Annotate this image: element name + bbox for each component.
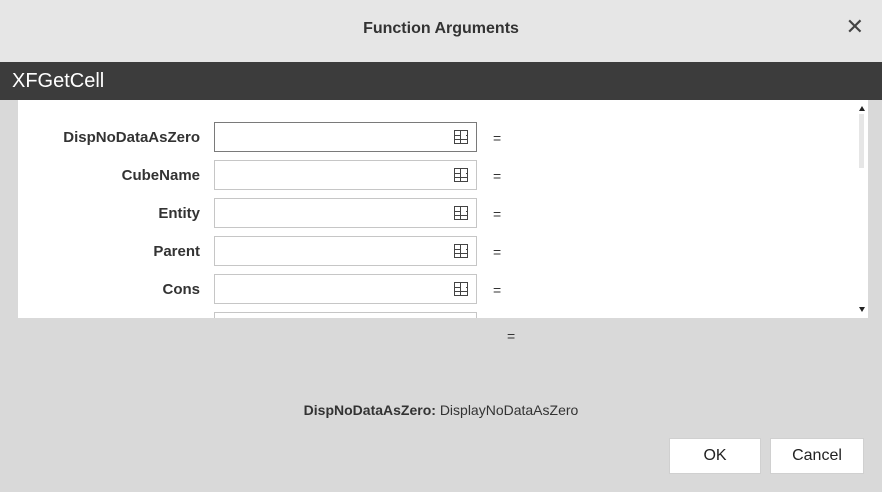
argument-row: Cons = [18,274,538,306]
argument-equals: = [493,130,502,146]
description-text: DisplayNoDataAsZero [439,402,579,418]
argument-input-cubename[interactable] [214,160,477,190]
argument-row: Entity = [18,198,538,230]
argument-field[interactable] [219,124,448,152]
argument-input-parent[interactable] [214,236,477,266]
argument-field[interactable] [219,276,448,304]
argument-equals: = [493,168,502,184]
argument-field[interactable] [219,200,448,228]
argument-input-entity[interactable] [214,198,477,228]
argument-label: Entity [158,205,200,222]
ok-button[interactable]: OK [669,438,761,474]
argument-field[interactable] [219,162,448,190]
argument-description: DispNoDataAsZero: DisplayNoDataAsZero [0,402,882,418]
range-select-icon[interactable] [454,130,468,144]
argument-input-dispnodataaszero[interactable] [214,122,477,152]
argument-row: CubeName = [18,160,538,192]
argument-equals: = [493,206,502,222]
description-arg-name: DispNoDataAsZero: [303,402,436,418]
argument-field[interactable] [219,238,448,266]
argument-row: DispNoDataAsZero = [18,122,538,154]
argument-input-next[interactable] [214,312,477,318]
argument-label: Parent [153,243,200,260]
range-select-icon[interactable] [454,244,468,258]
argument-input-cons[interactable] [214,274,477,304]
range-select-icon[interactable] [454,206,468,220]
scrollbar-thumb[interactable] [859,114,864,168]
result-equals: = [507,328,516,344]
argument-label: DispNoDataAsZero [63,129,200,146]
argument-label: CubeName [121,167,200,184]
scroll-up-icon[interactable] [859,106,865,111]
range-select-icon[interactable] [454,282,468,296]
argument-equals: = [493,244,502,260]
dialog-titlebar: Function Arguments ✕ [0,0,882,62]
arguments-panel: DispNoDataAsZero = CubeName = Entity = P… [18,100,868,318]
scroll-down-icon[interactable] [859,307,865,312]
argument-row-partial [18,312,538,318]
function-header: XFGetCell [0,62,882,100]
argument-equals: = [493,282,502,298]
arguments-scrollbar[interactable] [856,100,868,318]
range-select-icon[interactable] [454,168,468,182]
argument-label: Cons [162,281,201,298]
argument-row: Parent = [18,236,538,268]
function-name: XFGetCell [12,70,105,92]
dialog-title: Function Arguments [363,20,519,37]
cancel-button[interactable]: Cancel [770,438,864,474]
close-icon[interactable]: ✕ [846,16,864,38]
